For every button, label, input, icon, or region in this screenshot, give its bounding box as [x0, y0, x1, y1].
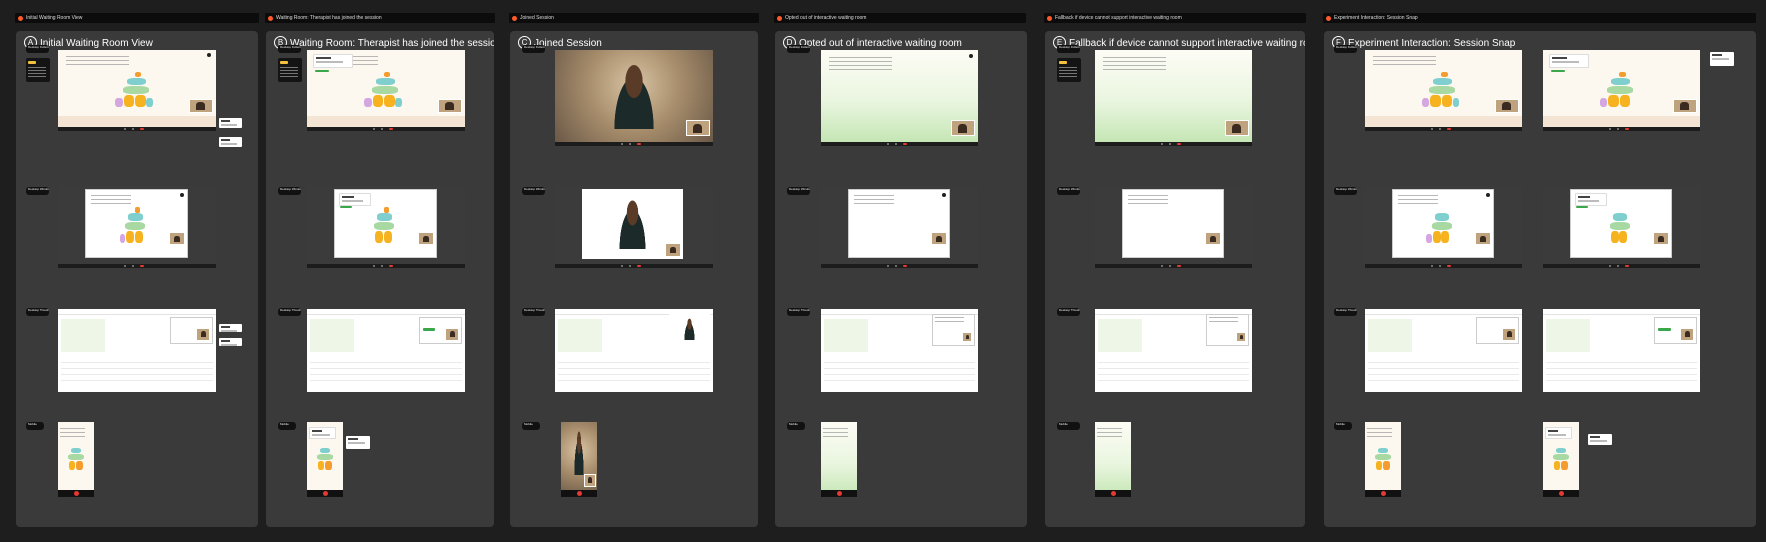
record-dot-icon	[777, 15, 782, 21]
row-label-fullscreen: Desktop Fullscreen	[787, 45, 810, 53]
screen-threshold	[555, 309, 713, 392]
screen-mobile	[58, 422, 94, 497]
row-label-windowed: Desktop Windowed	[522, 187, 545, 195]
screen-threshold	[307, 309, 465, 392]
end-call-icon[interactable]	[73, 491, 79, 497]
row-label-threshold: Desktop Threshold	[522, 308, 545, 316]
section-a: A Initial Waiting Room View Desktop Fulls…	[16, 31, 258, 527]
row-label-fullscreen: Desktop Fullscreen	[522, 45, 545, 53]
call-controls	[58, 127, 216, 131]
screen-threshold	[1095, 309, 1252, 392]
record-dot-icon	[1326, 15, 1331, 21]
screen-mobile	[821, 422, 857, 497]
row-label-threshold: Desktop Threshold	[1334, 308, 1357, 316]
screen-mobile	[1095, 422, 1131, 497]
top-label-c: Joined Session	[509, 13, 759, 23]
callout-card	[219, 118, 242, 128]
section-e: E Fallback if device cannot support inter…	[1045, 31, 1305, 527]
section-title: B Waiting Room: Therapist has joined the …	[274, 36, 494, 51]
row-label-threshold: Desktop Threshold	[278, 308, 301, 316]
screen-windowed	[555, 186, 713, 268]
section-title: F Experiment Interaction: Session Snap	[1332, 36, 1515, 51]
callout-card	[1710, 52, 1734, 66]
screen-fullscreen	[555, 50, 713, 146]
screen-windowed	[821, 186, 978, 268]
screen-windowed	[307, 186, 465, 268]
section-b: B Waiting Room: Therapist has joined the …	[266, 31, 494, 527]
annotation-note	[1057, 58, 1081, 82]
screen-mobile-a	[1365, 422, 1401, 497]
screen-windowed-a	[1365, 186, 1522, 268]
end-call-icon[interactable]	[140, 128, 145, 130]
row-label-windowed: Desktop Windowed	[787, 187, 810, 195]
row-label-mobile: Mobile	[26, 422, 44, 430]
row-label-fullscreen: Desktop Fullscreen	[1334, 45, 1357, 53]
screen-threshold-b	[1543, 309, 1700, 392]
top-label-d: Opted out of interactive waiting room	[774, 13, 1026, 23]
screen-threshold	[58, 309, 216, 392]
close-icon[interactable]	[179, 192, 184, 197]
row-label-mobile: Mobile	[522, 422, 540, 430]
row-label-mobile: Mobile	[1057, 422, 1080, 430]
close-icon[interactable]	[207, 53, 212, 58]
row-label-windowed: Desktop Windowed	[278, 187, 301, 195]
section-title: E Fallback if device cannot support inter…	[1053, 36, 1305, 51]
row-label-mobile: Mobile	[787, 422, 805, 430]
annotation-note	[278, 58, 302, 82]
top-label-b: Waiting Room: Therapist has joined the s…	[265, 13, 495, 23]
row-label-threshold: Desktop Threshold	[1057, 308, 1080, 316]
record-dot-icon	[268, 15, 273, 21]
callout-card	[1588, 434, 1612, 445]
callout-card	[219, 338, 242, 346]
screen-mobile	[561, 422, 597, 497]
screen-fullscreen	[58, 50, 216, 131]
screen-mobile	[307, 422, 343, 497]
callout-card	[219, 137, 242, 147]
screen-windowed-b	[1543, 186, 1700, 268]
row-label-fullscreen: Desktop Fullscreen	[26, 45, 49, 53]
screen-fullscreen	[821, 50, 978, 146]
section-c: CJoined Session Desktop Fullscreen Deskt…	[510, 31, 758, 527]
annotation-note	[26, 58, 50, 82]
row-label-mobile: Mobile	[1334, 422, 1352, 430]
section-f: F Experiment Interaction: Session Snap De…	[1324, 31, 1756, 527]
screen-windowed	[1095, 186, 1252, 268]
row-label-threshold: Desktop Threshold	[26, 308, 49, 316]
row-label-fullscreen: Desktop Fullscreen	[278, 45, 301, 53]
self-view	[188, 98, 213, 114]
screen-fullscreen-b	[1543, 50, 1700, 131]
screen-fullscreen	[1095, 50, 1252, 146]
row-label-fullscreen: Desktop Fullscreen	[1057, 45, 1080, 53]
top-label-a: Initial Waiting Room View	[15, 13, 259, 23]
record-dot-icon	[18, 15, 23, 21]
record-dot-icon	[512, 15, 517, 21]
section-d: D Opted out of interactive waiting room D…	[775, 31, 1027, 527]
screen-threshold	[821, 309, 978, 392]
screen-mobile-b	[1543, 422, 1579, 497]
screen-fullscreen	[307, 50, 465, 131]
row-label-windowed: Desktop Windowed	[26, 187, 49, 195]
row-label-windowed: Desktop Windowed	[1057, 187, 1080, 195]
row-label-threshold: Desktop Threshold	[787, 308, 810, 316]
callout-card	[219, 324, 242, 332]
top-label-f: Experiment Interaction: Session Snap	[1323, 13, 1756, 23]
row-label-windowed: Desktop Windowed	[1334, 187, 1357, 195]
row-label-mobile: Mobile	[278, 422, 296, 430]
screen-threshold-a	[1365, 309, 1522, 392]
screen-fullscreen-a	[1365, 50, 1522, 131]
record-dot-icon	[1047, 15, 1052, 21]
top-label-e: Fallback if device cannot support intera…	[1044, 13, 1306, 23]
callout-card	[346, 436, 370, 449]
screen-windowed	[58, 186, 216, 268]
